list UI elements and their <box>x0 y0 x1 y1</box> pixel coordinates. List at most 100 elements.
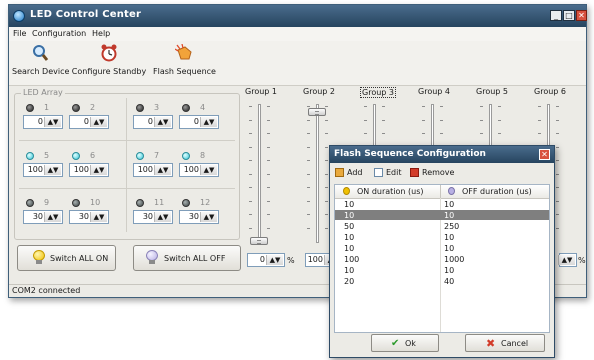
slider-tick <box>382 119 385 121</box>
switch-all-on-button[interactable]: Switch ALL ON <box>17 245 116 271</box>
group-label-5[interactable]: Group 5 <box>476 87 508 96</box>
bulb-off-icon <box>448 187 455 195</box>
menu-help[interactable]: Help <box>92 29 110 38</box>
spinner-arrows-icon[interactable]: ▲▼ <box>200 212 217 222</box>
led-divider-1 <box>19 140 235 141</box>
spinner-arrows-icon[interactable]: ▲▼ <box>90 117 107 127</box>
close-button[interactable]: ✕ <box>576 10 587 21</box>
table-row[interactable]: 10 10 <box>335 265 549 275</box>
group-label-6[interactable]: Group 6 <box>534 87 566 96</box>
table-row[interactable]: 10 10 <box>335 199 549 209</box>
off-duration-cell: 10 <box>444 211 455 220</box>
group-slider-track-2[interactable] <box>316 104 319 243</box>
led-value-input-6[interactable]: 100 ▲▼ <box>69 163 109 177</box>
slider-tick <box>325 200 328 202</box>
slider-tick <box>538 106 541 107</box>
led-value-input-4[interactable]: 0 ▲▼ <box>179 115 219 129</box>
slider-tick <box>307 200 310 202</box>
group-slider-track-1[interactable] <box>258 104 261 243</box>
menu-file[interactable]: File <box>13 29 26 38</box>
search-device-button[interactable]: Search Device <box>12 44 69 82</box>
led-value-input-9[interactable]: 30 ▲▼ <box>23 210 63 224</box>
table-row[interactable]: 10 10 <box>335 243 549 253</box>
spinner-arrows-icon[interactable]: ▲▼ <box>154 117 171 127</box>
led-value-input-8[interactable]: 100 ▲▼ <box>179 163 219 177</box>
group-label-2[interactable]: Group 2 <box>303 87 335 96</box>
led-value-text: 100 <box>137 165 153 174</box>
group-value-input-6[interactable]: ▲▼ <box>558 253 577 267</box>
minimize-button[interactable]: _ <box>550 10 562 21</box>
led-value-input-12[interactable]: 30 ▲▼ <box>179 210 219 224</box>
group-label-3[interactable]: Group 3 <box>360 87 396 98</box>
spinner-arrows-icon[interactable]: ▲▼ <box>558 255 575 265</box>
switch-all-off-button[interactable]: Switch ALL OFF <box>133 245 241 271</box>
remove-button[interactable]: Remove <box>410 168 454 177</box>
led-value-input-3[interactable]: 0 ▲▼ <box>133 115 173 129</box>
spinner-arrows-icon[interactable]: ▲▼ <box>44 165 61 175</box>
spinner-arrows-icon[interactable]: ▲▼ <box>90 212 107 222</box>
add-button[interactable]: Add <box>335 168 363 177</box>
title-bar[interactable]: LED Control Center _ □ ✕ <box>9 5 587 27</box>
led-value-input-11[interactable]: 30 ▲▼ <box>133 210 173 224</box>
off-duration-cell: 250 <box>444 222 460 231</box>
led-number-12: 12 <box>200 198 211 207</box>
slider-tick <box>267 146 270 148</box>
group-slider-thumb-2[interactable] <box>308 108 326 116</box>
menu-configuration[interactable]: Configuration <box>32 29 86 38</box>
slider-tick <box>307 146 310 148</box>
table-row[interactable]: 10 10 <box>335 232 549 242</box>
led-value-input-1[interactable]: 0 ▲▼ <box>23 115 63 129</box>
led-value-input-7[interactable]: 100 ▲▼ <box>133 163 173 177</box>
slider-tick <box>249 200 252 202</box>
sequence-table[interactable]: ON duration (us) OFF duration (us) 10 10 1… <box>334 184 550 333</box>
led-number-8: 8 <box>200 151 206 160</box>
dialog-title-bar[interactable]: Flash Sequence Configuration ✕ <box>330 146 554 163</box>
slider-tick <box>307 227 310 229</box>
table-row[interactable]: 50 250 <box>335 221 549 231</box>
slider-tick <box>498 133 501 134</box>
group-label-1[interactable]: Group 1 <box>245 87 277 96</box>
on-duration-cell: 10 <box>344 244 355 253</box>
spinner-arrows-icon[interactable]: ▲▼ <box>90 165 107 175</box>
col-off-duration[interactable]: OFF duration (us) <box>462 187 532 196</box>
slider-tick <box>267 227 270 229</box>
group-value-input-1[interactable]: 0 ▲▼ <box>247 253 285 267</box>
flash-sequence-button[interactable]: Flash Sequence <box>153 43 216 82</box>
led-value-input-2[interactable]: 0 ▲▼ <box>69 115 109 129</box>
table-row[interactable]: 100 1000 <box>335 254 549 264</box>
slider-tick <box>556 119 559 121</box>
led-indicator-7 <box>136 152 144 160</box>
alarm-clock-icon <box>100 44 118 62</box>
led-indicator-10 <box>72 199 80 207</box>
dialog-close-button[interactable]: ✕ <box>539 149 550 160</box>
slider-tick <box>249 106 252 107</box>
slider-tick <box>480 133 483 134</box>
maximize-button[interactable]: □ <box>563 10 575 21</box>
table-row[interactable]: 10 10 <box>335 210 549 220</box>
cancel-button[interactable]: ✖ Cancel <box>465 334 545 352</box>
led-indicator-6 <box>72 152 80 160</box>
group-slider-thumb-1[interactable] <box>250 237 268 245</box>
col-on-duration[interactable]: ON duration (us) <box>357 187 424 196</box>
slider-tick <box>325 119 328 121</box>
spinner-arrows-icon[interactable]: ▲▼ <box>44 117 61 127</box>
led-value-input-10[interactable]: 30 ▲▼ <box>69 210 109 224</box>
slider-tick <box>325 133 328 134</box>
table-row[interactable]: 20 40 <box>335 276 549 286</box>
led-value-text: 0 <box>147 117 153 126</box>
ok-button[interactable]: ✔ Ok <box>371 334 439 352</box>
spinner-arrows-icon[interactable]: ▲▼ <box>266 255 283 265</box>
group-label-4[interactable]: Group 4 <box>418 87 450 96</box>
led-value-input-5[interactable]: 100 ▲▼ <box>23 163 63 177</box>
spinner-arrows-icon[interactable]: ▲▼ <box>200 117 217 127</box>
edit-button[interactable]: Edit <box>374 168 402 177</box>
off-duration-cell: 10 <box>444 266 455 275</box>
spinner-arrows-icon[interactable]: ▲▼ <box>154 165 171 175</box>
spinner-arrows-icon[interactable]: ▲▼ <box>154 212 171 222</box>
configure-standby-button[interactable]: Configure Standby <box>71 44 147 82</box>
spinner-arrows-icon[interactable]: ▲▼ <box>44 212 61 222</box>
spinner-arrows-icon[interactable]: ▲▼ <box>200 165 217 175</box>
table-header: ON duration (us) OFF duration (us) <box>335 185 549 199</box>
slider-tick <box>422 119 425 121</box>
slider-tick <box>307 106 310 107</box>
